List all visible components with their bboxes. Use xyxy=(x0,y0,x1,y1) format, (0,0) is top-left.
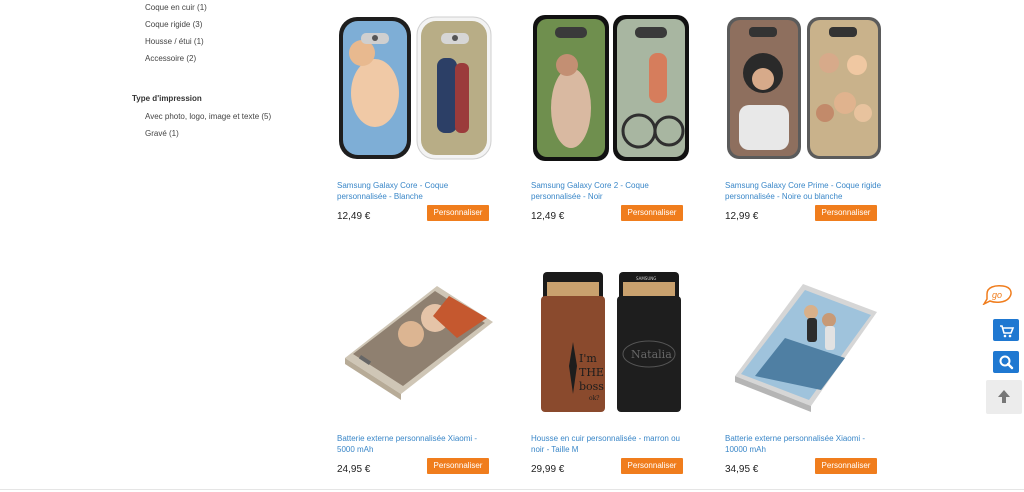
personnaliser-button[interactable]: Personnaliser xyxy=(621,205,683,221)
product-price: 12,99 € xyxy=(725,211,759,222)
arrow-up-icon xyxy=(998,390,1010,403)
filter-type-produit-list: Coque en cuir (1) Coque rigide (3) Houss… xyxy=(145,2,207,70)
pouch-name-text: Natalia xyxy=(631,348,672,361)
search-icon xyxy=(999,355,1014,370)
filter-option[interactable]: Gravé (1) xyxy=(145,128,271,145)
personnaliser-button[interactable]: Personnaliser xyxy=(815,205,877,221)
product-image[interactable] xyxy=(531,13,691,163)
filter-group-title: Type d'impression xyxy=(132,94,202,103)
search-button[interactable] xyxy=(993,351,1019,373)
product-price: 29,99 € xyxy=(531,464,565,475)
product-image[interactable] xyxy=(337,266,497,416)
personnaliser-button[interactable]: Personnaliser xyxy=(427,458,489,474)
filter-option[interactable]: Coque en cuir (1) xyxy=(145,2,207,19)
product-name[interactable]: Samsung Galaxy Core Prime - Coque rigide… xyxy=(725,180,885,202)
product-price: 34,95 € xyxy=(725,464,759,475)
filter-option[interactable]: Coque rigide (3) xyxy=(145,19,207,36)
brand-logo-text: go xyxy=(992,290,1002,300)
product-image[interactable] xyxy=(725,13,885,163)
product-price: 12,49 € xyxy=(337,211,371,222)
brand-logo-icon[interactable]: go xyxy=(981,283,1015,305)
pouch-text-line: I'm xyxy=(579,352,597,365)
pouch-text-line: THE xyxy=(579,366,604,379)
product-price: 24,95 € xyxy=(337,464,371,475)
product-name[interactable]: Samsung Galaxy Core - Coque personnalisé… xyxy=(337,180,497,202)
product-price: 12,49 € xyxy=(531,211,565,222)
personnaliser-button[interactable]: Personnaliser xyxy=(427,205,489,221)
filter-option[interactable]: Accessoire (2) xyxy=(145,53,207,70)
cart-button[interactable] xyxy=(993,319,1019,341)
filter-type-impression-list: Avec photo, logo, image et texte (5) Gra… xyxy=(145,111,271,145)
product-image[interactable] xyxy=(725,266,885,416)
cart-icon xyxy=(1000,325,1015,338)
filter-option[interactable]: Avec photo, logo, image et texte (5) xyxy=(145,111,271,128)
pouch-text-line: ok? xyxy=(589,395,599,402)
personnaliser-button[interactable]: Personnaliser xyxy=(815,458,877,474)
product-name[interactable]: Samsung Galaxy Core 2 - Coque personnali… xyxy=(531,180,691,202)
product-image[interactable]: I'm THE boss ok? SAMSUNG Natalia xyxy=(531,266,691,416)
scroll-top-button[interactable] xyxy=(986,380,1022,414)
page-divider xyxy=(0,489,1024,490)
product-name[interactable]: Housse en cuir personnalisée - marron ou… xyxy=(531,433,691,455)
filter-option[interactable]: Housse / étui (1) xyxy=(145,36,207,53)
product-name[interactable]: Batterie externe personnalisée Xiaomi - … xyxy=(337,433,497,455)
pouch-text-line: boss xyxy=(579,380,604,393)
product-image[interactable] xyxy=(337,13,497,163)
pouch-brand-text: SAMSUNG xyxy=(636,276,656,281)
product-name[interactable]: Batterie externe personnalisée Xiaomi - … xyxy=(725,433,885,455)
personnaliser-button[interactable]: Personnaliser xyxy=(621,458,683,474)
